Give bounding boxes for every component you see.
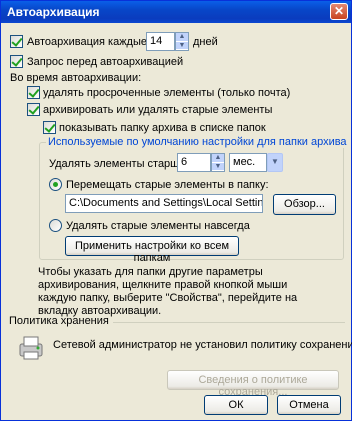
folder-settings-hint: Чтобы указать для папки другие параметры… bbox=[38, 266, 298, 317]
spin-up-icon[interactable]: ▲ bbox=[176, 33, 188, 42]
retention-policy-title: Политика хранения bbox=[9, 315, 109, 327]
delete-older-than-spinner[interactable]: ▲ ▼ bbox=[211, 153, 225, 172]
delete-permanently-radio[interactable] bbox=[49, 219, 62, 232]
autoarchive-every-label: Автоархивация каждые bbox=[27, 36, 147, 48]
close-icon[interactable]: ✕ bbox=[330, 3, 348, 20]
retention-info-button[interactable]: Сведения о политике сохранения... bbox=[167, 370, 339, 398]
show-archive-folder-checkbox[interactable] bbox=[43, 121, 56, 134]
spin-up-icon[interactable]: ▲ bbox=[212, 154, 224, 163]
archive-or-delete-label: архивировать или удалять старые элементы bbox=[43, 104, 273, 116]
autoarchive-dialog: Автоархивация ✕ Автоархивация каждые 14 … bbox=[0, 0, 352, 421]
retention-policy-message: Сетевой администратор не установил полит… bbox=[53, 339, 352, 351]
during-autoarchive-label: Во время автоархивации: bbox=[10, 72, 142, 84]
archive-or-delete-checkbox[interactable] bbox=[27, 103, 40, 116]
autoarchive-days-spinner[interactable]: ▲ ▼ bbox=[175, 32, 189, 51]
chevron-down-icon[interactable]: ▼ bbox=[267, 153, 283, 172]
move-old-radio[interactable] bbox=[49, 178, 62, 191]
prompt-before-checkbox[interactable] bbox=[10, 55, 23, 68]
window-title: Автоархивация bbox=[7, 5, 100, 19]
autoarchive-every-checkbox[interactable] bbox=[10, 35, 23, 48]
archive-defaults-group-title: Используемые по умолчанию настройки для … bbox=[46, 136, 349, 148]
ok-button[interactable]: ОК bbox=[204, 395, 268, 415]
retention-policy-icon bbox=[16, 334, 46, 360]
cancel-button[interactable]: Отмена bbox=[277, 395, 341, 415]
spin-down-icon[interactable]: ▼ bbox=[212, 163, 224, 171]
delete-older-than-input[interactable]: 6 bbox=[177, 153, 211, 172]
autoarchive-days-unit: дней bbox=[193, 36, 218, 48]
delete-expired-checkbox[interactable] bbox=[27, 86, 40, 99]
prompt-before-label: Запрос перед автоархивацией bbox=[27, 56, 184, 68]
apply-to-all-folders-button[interactable]: Применить настройки ко всем папкам bbox=[65, 236, 239, 264]
retention-divider bbox=[113, 322, 345, 323]
delete-expired-label: удалять просроченные элементы (только по… bbox=[43, 87, 291, 99]
delete-permanently-label: Удалять старые элементы навсегда bbox=[66, 220, 250, 232]
browse-button[interactable]: Обзор... bbox=[273, 194, 336, 215]
archive-path-input[interactable]: C:\Documents and Settings\Local Settings… bbox=[65, 194, 263, 213]
delete-older-than-label: Удалять элементы старше bbox=[49, 158, 186, 170]
show-archive-folder-label: показывать папку архива в списке папок bbox=[59, 122, 266, 134]
title-bar: Автоархивация ✕ bbox=[1, 1, 351, 23]
age-unit-select[interactable]: мес. bbox=[229, 153, 267, 172]
spin-down-icon[interactable]: ▼ bbox=[176, 42, 188, 50]
move-old-label: Перемещать старые элементы в папку: bbox=[66, 179, 269, 191]
autoarchive-days-input[interactable]: 14 bbox=[146, 32, 175, 51]
